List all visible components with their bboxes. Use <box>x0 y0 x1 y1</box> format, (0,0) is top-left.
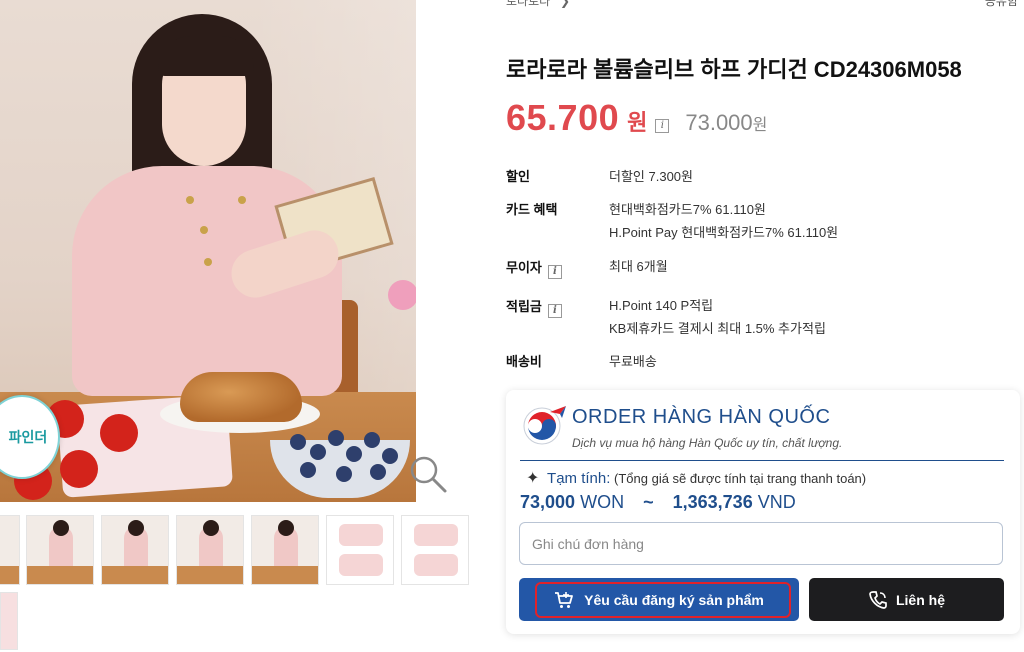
photo-button <box>204 258 212 266</box>
photo-berry <box>310 444 326 460</box>
discount-value: 더할인 7.300원 <box>609 169 693 184</box>
photo-berry <box>290 434 306 450</box>
points-value: H.Point 140 P적립 <box>609 298 714 313</box>
order-note-input[interactable] <box>519 522 1003 565</box>
product-title: 로라로라 볼륨슬리브 하프 가디건 CD24306M058 <box>506 57 962 82</box>
photo-flower <box>388 280 416 310</box>
thumbnail[interactable] <box>176 515 244 585</box>
amount-vnd: 1,363,736 <box>672 492 753 512</box>
amount-row: 73,000 WON ~ 1,363,736 VND <box>520 492 796 513</box>
thumbnail-strip <box>0 515 480 585</box>
photo-berry <box>336 466 352 482</box>
price-row: 65.700 원 i 73.000 원 <box>506 97 767 139</box>
photo-button <box>186 196 194 204</box>
thumbnail[interactable] <box>251 515 319 585</box>
contact-button[interactable]: Liên hệ <box>809 578 1004 621</box>
photo-berry <box>370 464 386 480</box>
contact-label: Liên hệ <box>895 591 945 608</box>
card-benefit-label: 카드 혜택 <box>506 202 558 217</box>
points-label: 적립금 <box>506 299 542 314</box>
star-sparkle-icon: ✦ <box>526 470 540 487</box>
thumbnail[interactable] <box>326 515 394 585</box>
highlight-outline <box>535 582 791 618</box>
photo-tomato <box>60 450 98 488</box>
sale-price: 65.700 <box>506 97 620 138</box>
info-icon[interactable]: i <box>547 304 562 318</box>
photo-button <box>200 226 208 234</box>
photo-berry <box>328 430 344 446</box>
thumbnail[interactable] <box>0 592 18 650</box>
shipping-label: 배송비 <box>506 354 542 369</box>
photo-berry <box>346 446 362 462</box>
photo-berry <box>300 462 316 478</box>
thumbnail[interactable] <box>101 515 169 585</box>
card-benefit-value: 현대백화점카드7% 61.110원 <box>609 202 766 217</box>
zoom-icon[interactable] <box>408 454 448 494</box>
estimate-note: (Tổng giá sẽ được tính tại trang thanh t… <box>614 471 867 486</box>
installment-label-row: 무이자 i <box>506 257 562 279</box>
order-card: ORDER HÀNG HÀN QUỐC Dịch vụ mua hộ hàng … <box>506 390 1020 634</box>
sale-price-unit: 원 <box>627 110 648 135</box>
order-logo-icon <box>523 406 566 445</box>
chevron-right-icon: ❯ <box>560 0 571 8</box>
points-label-row: 적립금 i <box>506 296 562 318</box>
divider <box>520 460 1004 461</box>
order-title: ORDER HÀNG HÀN QUỐC <box>572 406 831 428</box>
phone-icon <box>869 590 887 609</box>
points-value: KB제휴카드 결제시 최대 1.5% 추가적립 <box>609 321 826 336</box>
vnd-unit: VND <box>757 492 796 512</box>
order-subtitle: Dịch vụ mua hộ hàng Hàn Quốc uy tín, chấ… <box>572 436 843 450</box>
photo-tomato <box>100 414 138 452</box>
breadcrumb[interactable]: 로라로라 <box>506 0 550 9</box>
finder-badge-label: 파인더 <box>8 429 48 445</box>
original-price: 73.000 <box>685 110 753 135</box>
estimate-label: Tạm tính: <box>547 470 611 487</box>
thumbnail[interactable] <box>0 515 20 585</box>
range-separator: ~ <box>643 492 654 512</box>
thumbnail[interactable] <box>401 515 469 585</box>
estimate-row: ✦ Tạm tính: (Tổng giá sẽ được tính tại t… <box>526 468 866 488</box>
installment-value: 최대 6개월 <box>609 259 668 274</box>
photo-berry <box>382 448 398 464</box>
product-main-image[interactable] <box>0 0 416 502</box>
discount-label: 할인 <box>506 169 530 184</box>
card-benefit-value: H.Point Pay 현대백화점카드7% 61.110원 <box>609 225 839 240</box>
request-product-button[interactable]: Yêu cầu đăng ký sản phẩm <box>519 578 799 621</box>
photo-croissant <box>180 372 302 422</box>
photo-button <box>238 196 246 204</box>
info-icon[interactable]: i <box>547 265 562 279</box>
shipping-value: 무료배송 <box>609 354 657 369</box>
share-link[interactable]: 공유함 <box>985 0 1018 9</box>
photo-bangs <box>158 36 254 76</box>
info-icon[interactable]: i <box>655 119 670 133</box>
original-price-unit: 원 <box>752 117 768 134</box>
thumbnail[interactable] <box>26 515 94 585</box>
installment-label: 무이자 <box>506 260 542 275</box>
amount-won: 73,000 <box>520 492 576 512</box>
photo-berry <box>364 432 380 448</box>
won-unit: WON <box>580 492 625 512</box>
